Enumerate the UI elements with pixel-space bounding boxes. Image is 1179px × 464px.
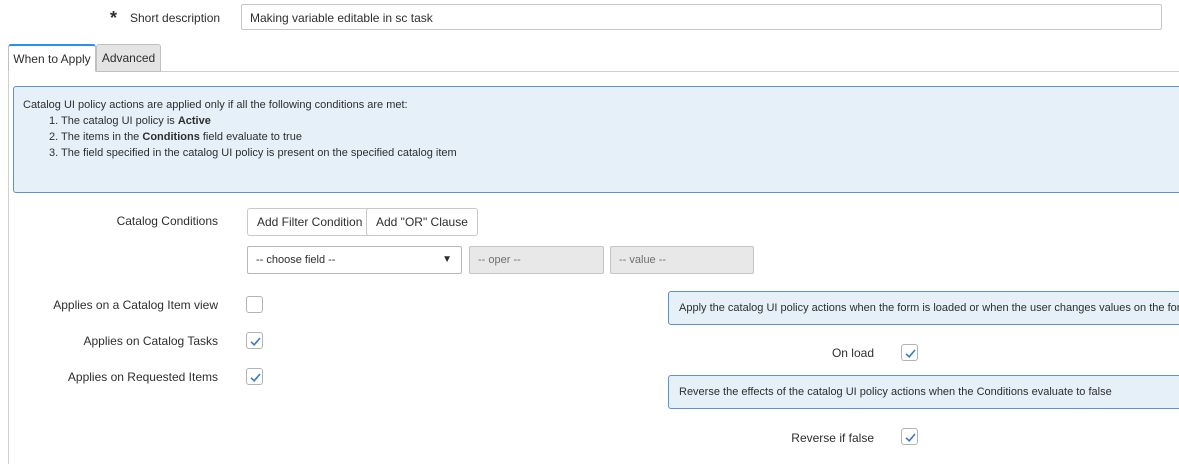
choose-field-select[interactable]: -- choose field -- ▼ <box>247 246 462 274</box>
reverse-if-false-label: Reverse if false <box>791 431 874 445</box>
add-or-clause-button[interactable]: Add "OR" Clause <box>366 208 478 236</box>
checkmark-icon <box>250 373 261 382</box>
on-load-hint: Apply the catalog UI policy actions when… <box>668 291 1179 325</box>
checkmark-icon <box>905 349 916 358</box>
applies-catalog-tasks-checkbox[interactable] <box>246 332 263 349</box>
info-intro: Catalog UI policy actions are applied on… <box>23 99 408 111</box>
required-marker-icon: * <box>110 8 118 28</box>
dropdown-arrow-icon: ▼ <box>442 254 452 265</box>
applies-catalog-item-view-label: Applies on a Catalog Item view <box>53 298 218 312</box>
short-description-label: Short description <box>130 11 221 25</box>
applies-catalog-tasks-label: Applies on Catalog Tasks <box>83 334 218 348</box>
form-left-border <box>8 72 9 464</box>
on-load-label: On load <box>831 346 874 360</box>
checkmark-icon <box>250 337 261 346</box>
value-input[interactable]: -- value -- <box>610 246 754 274</box>
operator-select[interactable]: -- oper -- <box>469 246 604 274</box>
applies-requested-items-label: Applies on Requested Items <box>67 370 218 384</box>
applies-catalog-item-view-checkbox[interactable] <box>246 296 263 313</box>
choose-field-value: -- choose field -- <box>256 254 336 266</box>
catalog-conditions-label: Catalog Conditions <box>116 214 218 228</box>
reverse-hint: Reverse the effects of the catalog UI po… <box>668 375 1179 409</box>
info-item-3: 3. The field specified in the catalog UI… <box>49 147 457 159</box>
info-list: 1. The catalog UI policy is Active 2. Th… <box>23 113 1173 161</box>
add-filter-condition-button[interactable]: Add Filter Condition <box>247 208 373 236</box>
conditions-info-box: Catalog UI policy actions are applied on… <box>13 86 1179 193</box>
tab-advanced[interactable]: Advanced <box>96 44 161 72</box>
checkmark-icon <box>905 433 916 442</box>
info-item-1: 1. The catalog UI policy is Active <box>49 115 211 127</box>
applies-requested-items-checkbox[interactable] <box>246 368 263 385</box>
tabs-divider <box>8 71 1179 72</box>
on-load-checkbox[interactable] <box>901 344 918 361</box>
short-description-input[interactable]: Making variable editable in sc task <box>241 4 1162 30</box>
reverse-if-false-checkbox[interactable] <box>901 428 918 445</box>
info-item-2: 2. The items in the Conditions field eva… <box>49 131 302 143</box>
tab-when-to-apply[interactable]: When to Apply <box>8 44 96 72</box>
